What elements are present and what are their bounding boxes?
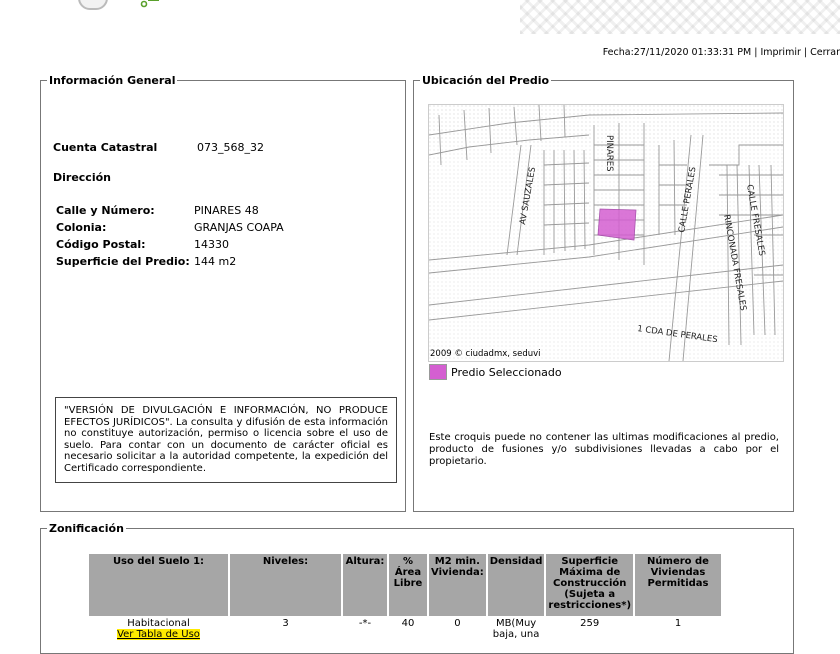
map-drawing: AV SAUZALES PINARES CALLE PERALES RINCON… [429,105,783,361]
zoning-legend: Zonificación [49,522,124,535]
col-uso-suelo: Uso del Suelo 1: [89,554,228,616]
top-banner [0,0,840,38]
general-info-legend: Información General [49,74,176,87]
table-row: Habitacional Ver Tabla de Uso 3 -*- 40 0… [89,618,721,640]
cdmx-shield-logo [78,0,108,10]
cell-superficie: 259 [580,618,600,629]
cuenta-catastral-label: Cuenta Catastral [53,141,158,154]
uso-value: Habitacional [127,618,190,629]
green-leaf-logo [140,0,159,8]
cell-m2-min: 0 [454,618,461,629]
general-info-section: Información General Cuenta Catastral 073… [40,74,406,512]
colonia-value: GRANJAS COAPA [194,221,284,234]
print-link[interactable]: Imprimir [760,47,800,58]
colonia-label: Colonia: [56,221,107,234]
top-action-line: Fecha:27/11/2020 01:33:31 PM | Imprimir … [603,47,840,58]
cell-densidad: MB(Muy baja, una [492,618,540,640]
location-section: Ubicación del Predio AV SAUZALES PINARES… [413,74,794,512]
zoning-header-row: Uso del Suelo 1: Niveles: Altura: % Área… [89,554,722,616]
croquis-note: Este croquis puede no contener las ultim… [429,432,779,467]
ver-tabla-uso-link[interactable]: Ver Tabla de Uso [117,629,200,640]
cell-uso: Habitacional Ver Tabla de Uso [89,618,228,640]
map-legend-label: Predio Seleccionado [451,365,562,379]
col-superficie-max: Superficie Máxima de Construcción (Sujet… [546,554,634,616]
zoning-table: Uso del Suelo 1: Niveles: Altura: % Área… [87,552,723,642]
direccion-label: Dirección [53,171,111,184]
cell-area-libre: 40 [401,618,415,629]
superficie-label: Superficie del Predio: [56,255,190,268]
cell-altura: -*- [358,618,372,629]
col-niveles: Niveles: [230,554,341,616]
codigo-postal-value: 14330 [194,238,229,251]
calle-label: Calle y Número: [56,204,155,217]
street-label-pinares: PINARES [604,135,614,171]
close-link[interactable]: Cerrar [810,47,840,58]
separator: | [754,47,758,58]
codigo-postal-label: Código Postal: [56,238,146,251]
map-legend: Predio Seleccionado [429,364,562,380]
cell-viviendas: 1 [674,618,682,629]
col-altura: Altura: [343,554,387,616]
col-m2-min: M2 min. Vivienda: [429,554,486,616]
cuenta-catastral-value: 073_568_32 [197,141,264,154]
decorative-pattern [520,0,840,34]
selected-parcel-swatch [429,364,447,380]
superficie-value: 144 m2 [194,255,237,268]
col-num-viviendas: Número de Viviendas Permitidas [635,554,722,616]
date-stamp: Fecha:27/11/2020 01:33:31 PM [602,47,752,58]
map-credit: 2009 © ciudadmx, seduvi [430,349,541,359]
zoning-section: Zonificación Uso del Suelo 1: Niveles: A… [40,522,794,654]
col-densidad: Densidad [487,554,545,616]
calle-value: PINARES 48 [194,204,259,217]
cell-niveles: 3 [282,618,289,629]
location-map[interactable]: AV SAUZALES PINARES CALLE PERALES RINCON… [428,104,784,362]
legal-notice: "VERSIÓN DE DIVULGACIÓN E INFORMACIÓN, N… [55,397,397,483]
col-area-libre: % Área Libre [389,554,427,616]
separator: | [803,47,808,58]
location-legend: Ubicación del Predio [422,74,550,87]
